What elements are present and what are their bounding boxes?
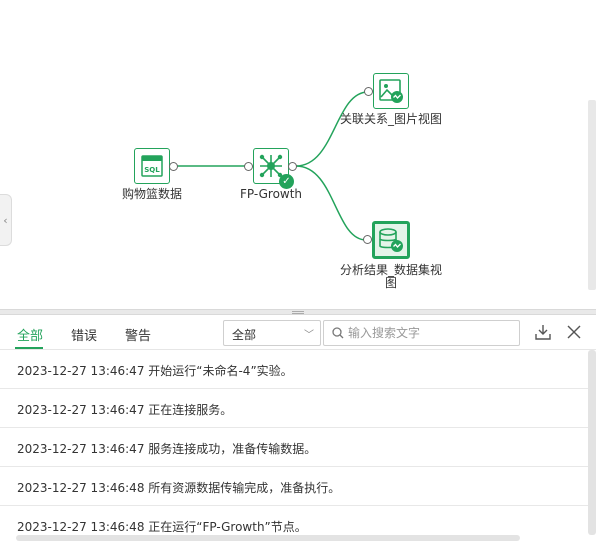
- edge-fpgrowth-to-imageview: [295, 91, 369, 167]
- log-vertical-scrollbar[interactable]: [588, 350, 596, 535]
- image-view-icon: [379, 79, 403, 103]
- log-horizontal-scrollbar[interactable]: [16, 535, 520, 541]
- log-search-box[interactable]: [323, 320, 520, 346]
- tab-warnings[interactable]: 警告: [125, 325, 151, 344]
- workflow-canvas[interactable]: SQL 购物篮数据 ✓ FP-Growth 关联关系_图片视图 分析结果_数据集…: [0, 0, 596, 309]
- log-level-select[interactable]: 全部 ﹀: [223, 320, 321, 346]
- edge-fpgrowth-to-datasetview: [295, 165, 367, 241]
- port-fpgrowth-in[interactable]: [244, 162, 253, 171]
- node-datasetview-label-line2: 图: [384, 276, 397, 290]
- close-icon[interactable]: [564, 322, 584, 342]
- port-fpgrowth-out[interactable]: [288, 162, 297, 171]
- port-basket-out[interactable]: [169, 162, 178, 171]
- node-fpgrowth-label: FP-Growth: [239, 187, 303, 201]
- node-image-view[interactable]: [373, 73, 409, 109]
- log-entry: 2023-12-27 13:46:47 服务连接成功，准备传输数据。: [0, 428, 588, 467]
- sql-table-icon: SQL: [141, 155, 163, 177]
- log-entry: 2023-12-27 13:46:48 所有资源数据传输完成，准备执行。: [0, 467, 588, 506]
- node-basket-data[interactable]: SQL: [134, 148, 170, 184]
- log-entry: 2023-12-27 13:46:47 正在连接服务。: [0, 389, 588, 428]
- sidebar-collapse-toggle[interactable]: ‹: [0, 194, 12, 246]
- log-tabs: 全部 错误 警告 全部 ﹀: [0, 315, 596, 349]
- dataset-view-icon: [379, 228, 403, 252]
- download-icon[interactable]: [533, 322, 553, 342]
- drag-grip-icon: [292, 311, 304, 314]
- log-list: 2023-12-27 13:46:47 开始运行“未命名-4”实验。 2023-…: [0, 350, 588, 543]
- log-search-input[interactable]: [348, 324, 516, 342]
- svg-text:SQL: SQL: [144, 166, 160, 174]
- node-datasetview-label: 分析结果_数据集视 图: [330, 264, 452, 290]
- node-imageview-label: 关联关系_图片视图: [339, 112, 442, 126]
- canvas-vertical-scrollbar[interactable]: [588, 100, 596, 290]
- log-entry: 2023-12-27 13:46:47 开始运行“未命名-4”实验。: [0, 350, 588, 389]
- tab-all[interactable]: 全部: [17, 325, 43, 344]
- network-algorithm-icon: [259, 154, 283, 178]
- chevron-down-icon: ﹀: [304, 330, 314, 341]
- log-level-select-value: 全部: [232, 328, 257, 342]
- tab-errors[interactable]: 错误: [71, 325, 97, 344]
- edges-layer: [176, 91, 369, 241]
- log-panel: 全部 错误 警告 全部 ﹀ 输入搜索文字 2023-12-27 13:46:47…: [0, 315, 596, 543]
- chevron-left-icon: ‹: [3, 213, 8, 227]
- port-imageview-in[interactable]: [364, 87, 373, 96]
- search-icon: [332, 327, 344, 339]
- port-datasetview-in[interactable]: [363, 235, 372, 244]
- node-dataset-view[interactable]: [372, 221, 410, 259]
- node-basket-label: 购物篮数据: [121, 187, 182, 201]
